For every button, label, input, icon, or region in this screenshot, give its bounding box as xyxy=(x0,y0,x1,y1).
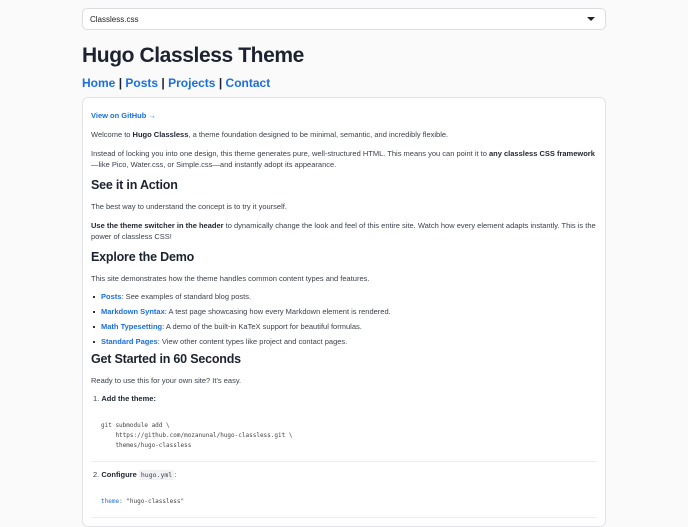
code-block-git: git submodule add \ https://github.com/m… xyxy=(91,407,597,462)
content-card: View on GitHub → Welcome to Hugo Classle… xyxy=(82,97,606,527)
math-typesetting-link[interactable]: Math Typesetting xyxy=(101,322,162,331)
get-started-paragraph: Ready to use this for your own site? It'… xyxy=(91,376,242,385)
theme-switcher-select[interactable]: Classless.css xyxy=(82,8,606,30)
list-item: Markdown Syntax: A test page showcasing … xyxy=(91,307,597,316)
posts-link[interactable]: Posts xyxy=(101,292,121,301)
list-item: Posts: See examples of standard blog pos… xyxy=(91,292,597,301)
nav-home[interactable]: Home xyxy=(82,76,115,90)
step-2: 2. Configure hugo.yml: xyxy=(93,470,177,480)
nav-projects[interactable]: Projects xyxy=(168,76,215,90)
heading-get-started: Get Started in 60 Seconds xyxy=(91,352,241,366)
step-1: 1. Add the theme: xyxy=(93,394,156,403)
github-link[interactable]: View on GitHub → xyxy=(91,111,156,120)
intro-paragraph: Welcome to Hugo Classless, a theme found… xyxy=(91,130,449,139)
nav-separator: | xyxy=(161,76,165,90)
list-item: Math Typesetting: A demo of the built-in… xyxy=(91,322,597,331)
list-item: Standard Pages: View other content types… xyxy=(91,337,597,346)
nav-posts[interactable]: Posts xyxy=(125,76,158,90)
description-paragraph: Instead of locking you into one design, … xyxy=(91,149,595,169)
page-title: Hugo Classless Theme xyxy=(82,44,304,67)
theme-switcher-value: Classless.css xyxy=(90,14,139,24)
demo-paragraph: This site demonstrates how the theme han… xyxy=(91,274,370,283)
code-block-config: theme: "hugo-classless" xyxy=(91,483,597,518)
theme-switcher-paragraph: Use the theme switcher in the header to … xyxy=(91,221,596,241)
action-paragraph: The best way to understand the concept i… xyxy=(91,202,287,211)
demo-list: Posts: See examples of standard blog pos… xyxy=(91,292,597,346)
heading-explore-demo: Explore the Demo xyxy=(91,250,195,264)
nav-separator: | xyxy=(218,76,223,90)
main-nav: Home | Posts | Projects | Contact xyxy=(82,76,270,90)
markdown-syntax-link[interactable]: Markdown Syntax xyxy=(101,307,165,316)
nav-contact[interactable]: Contact xyxy=(226,76,271,90)
chevron-down-icon xyxy=(587,17,595,21)
heading-see-it-in-action: See it in Action xyxy=(91,178,178,192)
nav-separator: | xyxy=(118,76,123,90)
standard-pages-link[interactable]: Standard Pages xyxy=(101,337,158,346)
